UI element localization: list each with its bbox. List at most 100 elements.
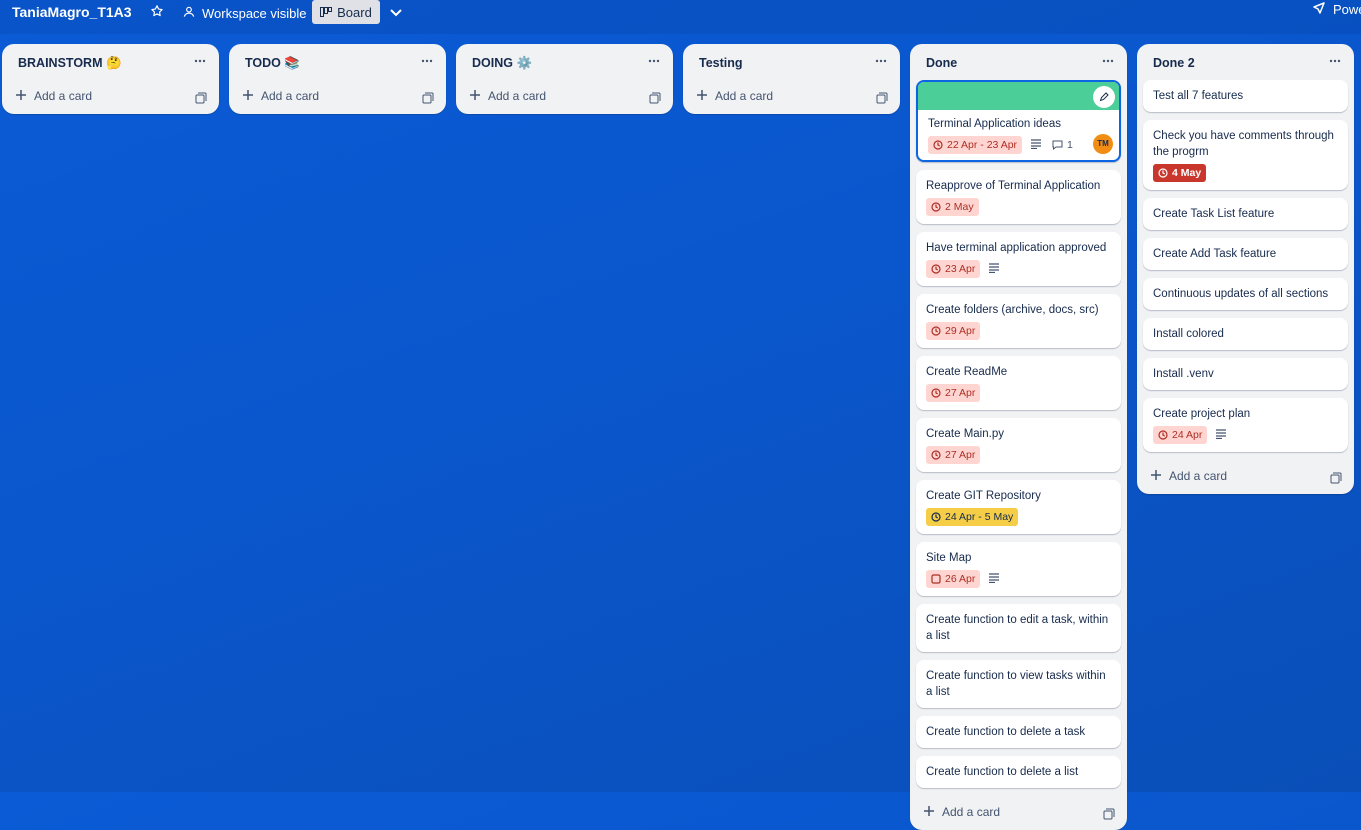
due-date-badge[interactable]: 24 Apr: [1153, 426, 1208, 444]
due-date-text: 22 Apr - 23 Apr: [947, 139, 1018, 151]
card-title: Check you have comments through the prog…: [1153, 130, 1334, 158]
due-date-text: 27 Apr: [945, 449, 976, 461]
template-icon[interactable]: [876, 91, 888, 104]
card[interactable]: Reapprove of Terminal Application 2 May: [916, 170, 1121, 224]
card-title: Continuous updates of all sections: [1153, 288, 1329, 300]
card[interactable]: Create function to view tasks within a l…: [916, 660, 1121, 708]
star-icon[interactable]: [150, 4, 168, 22]
card[interactable]: Site Map 26 Apr: [916, 542, 1121, 596]
chevron-down-icon[interactable]: [388, 4, 404, 20]
list-title[interactable]: Done 2: [1153, 56, 1195, 70]
plus-icon: [1151, 469, 1169, 483]
add-card-button[interactable]: Add a card: [924, 805, 1000, 819]
add-card-button[interactable]: Add a card: [697, 89, 773, 103]
card-title: Create Task List feature: [1153, 208, 1275, 220]
card[interactable]: Create folders (archive, docs, src) 29 Ap…: [916, 294, 1121, 348]
template-icon[interactable]: [422, 91, 434, 104]
power-ups-button[interactable]: Powe: [1313, 2, 1361, 17]
add-card-button[interactable]: Add a card: [470, 89, 546, 103]
comment-count: 1: [1067, 139, 1073, 151]
due-date-badge[interactable]: 2 May: [926, 198, 979, 216]
clock-icon: [933, 140, 947, 150]
card-badges: 27 Apr: [926, 446, 1111, 464]
card[interactable]: Create Task List feature: [1143, 198, 1348, 230]
due-date-text: 4 May: [1172, 167, 1202, 179]
list-testing: Testing Add a card: [683, 44, 900, 114]
card-title: Create Add Task feature: [1153, 248, 1277, 260]
card[interactable]: Create function to delete a task: [916, 716, 1121, 748]
list-title[interactable]: Testing: [699, 56, 743, 70]
workspace-visibility-button[interactable]: Workspace visible: [182, 2, 307, 24]
pencil-icon[interactable]: [1093, 86, 1115, 108]
add-card-button[interactable]: Add a card: [1151, 469, 1227, 483]
card[interactable]: Create GIT Repository 24 Apr - 5 May: [916, 480, 1121, 534]
description-icon: [1215, 429, 1227, 441]
card[interactable]: Test all 7 features: [1143, 80, 1348, 112]
card-list: Terminal Application ideas 22 Apr - 23 Ap…: [910, 80, 1127, 788]
list-title[interactable]: BRAINSTORM 🤔: [18, 56, 122, 70]
ellipsis-icon[interactable]: [193, 54, 207, 68]
card[interactable]: Check you have comments through the prog…: [1143, 120, 1348, 190]
card-title: Install .venv: [1153, 368, 1214, 380]
description-icon: [1030, 139, 1042, 151]
card[interactable]: Terminal Application ideas 22 Apr - 23 Ap…: [916, 80, 1121, 162]
card[interactable]: Create function to delete a list: [916, 756, 1121, 788]
card-title: Create folders (archive, docs, src): [926, 304, 1099, 316]
card[interactable]: Create Main.py 27 Apr: [916, 418, 1121, 472]
card[interactable]: Create ReadMe 27 Apr: [916, 356, 1121, 410]
people-icon: [182, 5, 202, 22]
ellipsis-icon[interactable]: [420, 54, 434, 68]
list-done: Done Terminal Application ideas 22 Apr - …: [910, 44, 1127, 830]
card[interactable]: Have terminal application approved 23 Apr: [916, 232, 1121, 286]
card[interactable]: Create Add Task feature: [1143, 238, 1348, 270]
due-date-badge[interactable]: 4 May: [1153, 164, 1207, 182]
comment-icon: [1052, 140, 1067, 150]
clock-icon: [1158, 168, 1172, 178]
ellipsis-icon[interactable]: [874, 54, 888, 68]
board-title[interactable]: TaniaMagro_T1A3: [12, 3, 132, 21]
card-title: Create Main.py: [926, 428, 1004, 440]
clock-icon: [931, 202, 945, 212]
ellipsis-icon[interactable]: [1101, 54, 1115, 68]
template-icon[interactable]: [1103, 807, 1115, 820]
add-card-label: Add a card: [488, 89, 547, 103]
template-icon[interactable]: [649, 91, 661, 104]
avatar[interactable]: TM: [1093, 134, 1113, 154]
due-date-badge[interactable]: 29 Apr: [926, 322, 981, 340]
due-date-badge[interactable]: 24 Apr - 5 May: [926, 508, 1019, 526]
plus-icon: [16, 89, 34, 103]
template-icon[interactable]: [195, 91, 207, 104]
card[interactable]: Create project plan 24 Apr: [1143, 398, 1348, 452]
card[interactable]: Install .venv: [1143, 358, 1348, 390]
add-card-label: Add a card: [261, 89, 320, 103]
board-view-button[interactable]: Board: [312, 0, 380, 24]
card-title: Site Map: [926, 552, 972, 564]
ellipsis-icon[interactable]: [647, 54, 661, 68]
due-date-badge[interactable]: 27 Apr: [926, 384, 981, 402]
add-card-button[interactable]: Add a card: [16, 89, 92, 103]
workspace-visibility-label: Workspace visible: [202, 5, 307, 21]
comment-badge: 1: [1052, 137, 1073, 153]
card[interactable]: Install colored: [1143, 318, 1348, 350]
list-title[interactable]: DOING ⚙️: [472, 56, 532, 70]
card-list: Test all 7 features Check you have commen…: [1137, 80, 1354, 452]
due-date-badge[interactable]: 26 Apr: [926, 570, 981, 588]
card-badges: 2 May: [926, 198, 1111, 216]
template-icon[interactable]: [1330, 471, 1342, 484]
due-date-badge[interactable]: 23 Apr: [926, 260, 981, 278]
card[interactable]: Continuous updates of all sections: [1143, 278, 1348, 310]
add-card-button[interactable]: Add a card: [243, 89, 319, 103]
card-badges: 29 Apr: [926, 322, 1111, 340]
card-title: Create function to delete a list: [926, 766, 1079, 778]
card-title: Create project plan: [1153, 408, 1251, 420]
due-date-text: 27 Apr: [945, 387, 976, 399]
list-title[interactable]: TODO 📚: [245, 56, 300, 70]
card-cover: [918, 82, 1119, 110]
ellipsis-icon[interactable]: [1328, 54, 1342, 68]
list-title[interactable]: Done: [926, 56, 957, 70]
due-date-badge[interactable]: 22 Apr - 23 Apr: [928, 136, 1023, 154]
due-date-badge[interactable]: 27 Apr: [926, 446, 981, 464]
card-title: Create function to edit a task, within a…: [926, 614, 1109, 642]
rocket-icon: [1313, 2, 1333, 17]
card[interactable]: Create function to edit a task, within a…: [916, 604, 1121, 652]
